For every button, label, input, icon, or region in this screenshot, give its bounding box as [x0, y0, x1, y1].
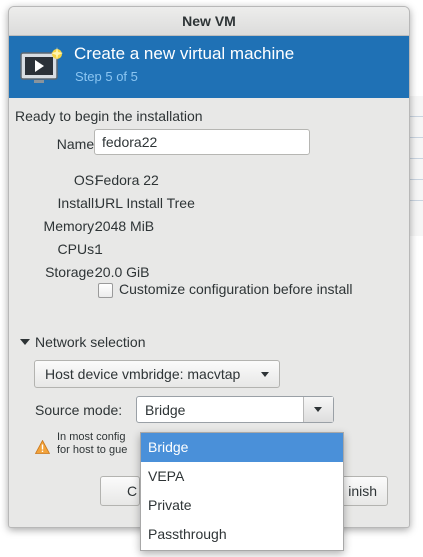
- host-device-label: Host device vmbridge: macvtap: [45, 366, 241, 382]
- source-mode-combo[interactable]: Bridge: [136, 396, 334, 423]
- combo-toggle-button[interactable]: [303, 397, 333, 422]
- source-mode-label: Source mode:: [35, 402, 123, 418]
- os-value: Fedora 22: [95, 172, 159, 188]
- menu-item-private[interactable]: Private: [141, 491, 343, 520]
- memory-label: Memory:: [43, 218, 98, 234]
- install-label: Install:: [57, 195, 98, 211]
- wizard-header: Create a new virtual machine Step 5 of 5: [9, 36, 409, 98]
- vm-screen-icon: [20, 47, 63, 83]
- customize-checkbox[interactable]: [98, 283, 113, 298]
- window-title: New VM: [9, 7, 409, 36]
- cpus-label: CPUs:: [57, 241, 98, 257]
- ready-heading: Ready to begin the installation: [15, 108, 203, 124]
- warning-line-1: In most config: [57, 431, 126, 443]
- source-mode-value: Bridge: [145, 402, 186, 418]
- warning-line-2: for host to gue: [57, 444, 128, 456]
- menu-item-passthrough[interactable]: Passthrough: [141, 520, 343, 549]
- chevron-down-icon: [314, 407, 322, 412]
- memory-value: 2048 MiB: [95, 218, 155, 234]
- cancel-button[interactable]: C: [100, 476, 140, 506]
- network-expander-label[interactable]: Network selection: [35, 334, 146, 350]
- source-mode-menu: Bridge VEPA Private Passthrough: [140, 432, 344, 551]
- wizard-step: Step 5 of 5: [75, 69, 138, 84]
- storage-value: 20.0 GiB: [95, 264, 150, 280]
- warning-icon: [35, 440, 50, 454]
- menu-item-vepa[interactable]: VEPA: [141, 462, 343, 491]
- install-value: URL Install Tree: [95, 195, 195, 211]
- warning-text: In most config for host to gue: [57, 431, 137, 457]
- customize-label[interactable]: Customize configuration before install: [119, 281, 352, 297]
- storage-label: Storage:: [45, 264, 98, 280]
- cpus-value: 1: [95, 241, 103, 257]
- host-device-dropdown[interactable]: Host device vmbridge: macvtap: [34, 360, 280, 388]
- expander-arrow-icon[interactable]: [20, 339, 30, 345]
- os-label: OS:: [73, 172, 98, 188]
- wizard-title: Create a new virtual machine: [74, 44, 295, 63]
- background-window-edge: [408, 96, 423, 236]
- chevron-down-icon: [261, 372, 269, 377]
- vm-name-input[interactable]: [94, 129, 310, 155]
- name-label: Name:: [56, 136, 98, 152]
- menu-item-bridge[interactable]: Bridge: [141, 433, 343, 462]
